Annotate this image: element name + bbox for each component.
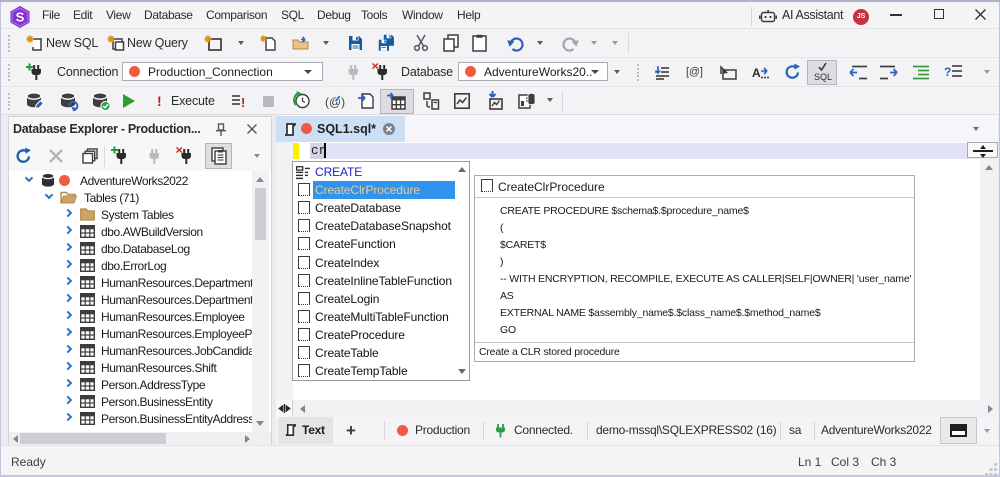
- svg-text:A: A: [752, 66, 761, 80]
- svg-text:!: !: [241, 95, 245, 110]
- svg-text:SQL: SQL: [814, 72, 832, 82]
- svg-text:S: S: [16, 10, 25, 25]
- svg-text:?: ?: [944, 65, 951, 79]
